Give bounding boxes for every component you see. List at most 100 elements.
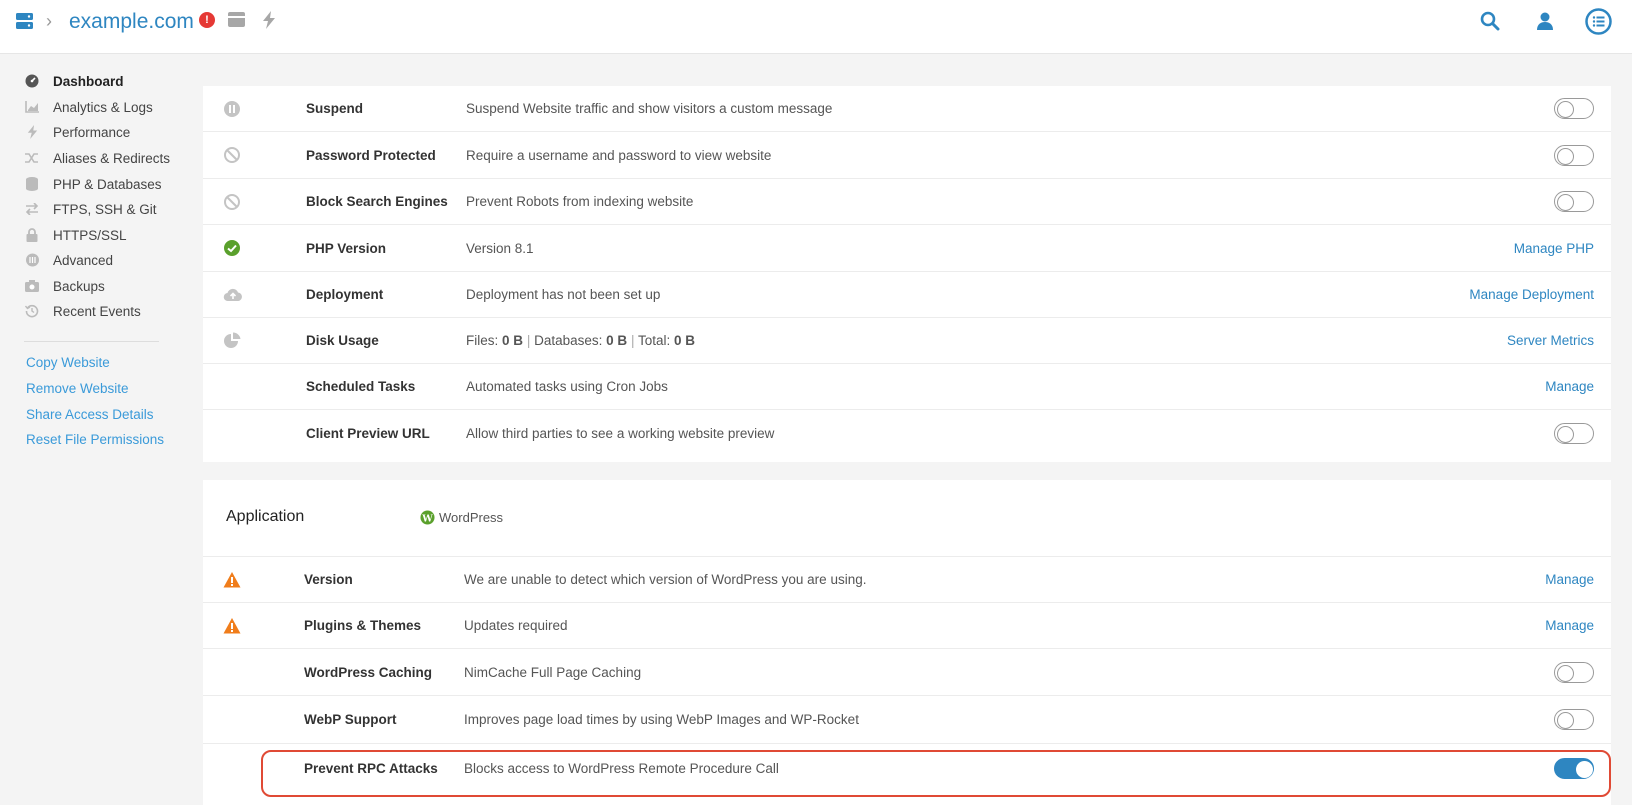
sidebar-item-advanced[interactable]: Advanced bbox=[24, 249, 113, 271]
chevron-right-icon: › bbox=[46, 11, 52, 31]
platform-label: W WordPress bbox=[420, 510, 503, 525]
search-icon[interactable] bbox=[1480, 11, 1500, 31]
setting-row-password-protected: Password Protected Require a username an… bbox=[203, 132, 1611, 179]
wordpress-icon: W bbox=[420, 510, 435, 525]
sidebar-item-label: FTPS, SSH & Git bbox=[53, 201, 157, 217]
share-access-details-link[interactable]: Share Access Details bbox=[26, 407, 154, 422]
setting-description: Require a username and password to view … bbox=[466, 147, 772, 163]
warning-icon bbox=[223, 571, 241, 587]
wordpress-caching-toggle[interactable] bbox=[1554, 661, 1594, 683]
setting-title: Block Search Engines bbox=[306, 194, 448, 209]
check-circle-icon bbox=[224, 240, 240, 256]
setting-row-disk-usage: Disk Usage Files: 0 B | Databases: 0 B |… bbox=[203, 318, 1611, 364]
cloud-upload-icon bbox=[223, 288, 242, 301]
server-icon[interactable] bbox=[16, 13, 33, 29]
manage-deployment-link[interactable]: Manage Deployment bbox=[1469, 287, 1594, 302]
setting-row-block-search-engines: Block Search Engines Prevent Robots from… bbox=[203, 179, 1611, 225]
sidebar-item-label: Dashboard bbox=[53, 73, 124, 89]
sidebar-item-backups[interactable]: Backups bbox=[24, 275, 105, 297]
history-icon bbox=[24, 303, 40, 319]
top-bar: › example.com ! bbox=[0, 0, 1632, 54]
sidebar-item-label: Analytics & Logs bbox=[53, 99, 153, 115]
sidebar-item-aliases[interactable]: Aliases & Redirects bbox=[24, 147, 170, 169]
disk-usage-summary: Files: 0 B | Databases: 0 B | Total: 0 B bbox=[466, 333, 695, 348]
manage-scheduled-tasks-link[interactable]: Manage bbox=[1545, 379, 1594, 394]
setting-description: Prevent Robots from indexing website bbox=[466, 194, 694, 209]
highlight-box bbox=[261, 750, 1611, 797]
sidebar-item-https-ssl[interactable]: HTTPS/SSL bbox=[24, 224, 127, 246]
setting-title: Disk Usage bbox=[306, 333, 379, 348]
domain-title[interactable]: example.com bbox=[69, 8, 194, 36]
platform-name: WordPress bbox=[439, 510, 504, 525]
setting-description: Deployment has not been set up bbox=[466, 287, 661, 302]
sidebar-item-ftps-ssh-git[interactable]: FTPS, SSH & Git bbox=[24, 198, 157, 220]
server-metrics-link[interactable]: Server Metrics bbox=[1507, 333, 1594, 348]
settings-card: Suspend Suspend Website traffic and show… bbox=[203, 86, 1611, 462]
webp-support-toggle[interactable] bbox=[1554, 709, 1594, 730]
pie-chart-icon bbox=[224, 331, 241, 348]
sidebar-item-label: HTTPS/SSL bbox=[53, 227, 127, 243]
setting-description: Automated tasks using Cron Jobs bbox=[466, 379, 668, 394]
app-setting-title: Plugins & Themes bbox=[304, 618, 422, 633]
databases-value: 0 B bbox=[606, 333, 628, 348]
blocked-icon bbox=[224, 147, 240, 163]
blocked-icon bbox=[224, 193, 240, 210]
setting-row-client-preview-url: Client Preview URL Allow third parties t… bbox=[203, 410, 1611, 456]
manage-version-link[interactable]: Manage bbox=[1545, 572, 1594, 587]
sidebar-item-performance[interactable]: Performance bbox=[24, 121, 130, 143]
setting-description: Version 8.1 bbox=[466, 240, 534, 256]
client-preview-url-toggle[interactable] bbox=[1554, 422, 1594, 444]
separator: | bbox=[526, 333, 531, 348]
setting-description: Allow third parties to see a working web… bbox=[466, 425, 775, 441]
databases-label: Databases: bbox=[534, 333, 603, 348]
sidebar-item-php-databases[interactable]: PHP & Databases bbox=[24, 173, 162, 195]
setting-title: Password Protected bbox=[306, 147, 436, 163]
card-icon[interactable] bbox=[228, 12, 245, 27]
setting-title: Scheduled Tasks bbox=[306, 379, 416, 394]
setting-row-suspend: Suspend Suspend Website traffic and show… bbox=[203, 86, 1611, 132]
suspend-toggle[interactable] bbox=[1554, 98, 1594, 119]
sidebar-item-dashboard[interactable]: Dashboard bbox=[24, 70, 124, 92]
total-value: 0 B bbox=[674, 333, 696, 348]
sidebar: Dashboard Analytics & Logs Performance A… bbox=[0, 54, 195, 805]
setting-title: Deployment bbox=[306, 287, 384, 302]
application-heading: Application bbox=[226, 508, 305, 525]
app-setting-description: Improves page load times by using WebP I… bbox=[464, 712, 859, 727]
sidebar-divider bbox=[24, 341, 159, 342]
copy-website-link[interactable]: Copy Website bbox=[26, 355, 110, 370]
dashboard-icon bbox=[24, 73, 40, 89]
total-label: Total: bbox=[637, 333, 671, 348]
camera-icon bbox=[24, 278, 40, 294]
bolt-icon[interactable] bbox=[262, 11, 276, 29]
setting-description: Suspend Website traffic and show visitor… bbox=[466, 101, 833, 116]
app-row-plugins-themes: Plugins & Themes Updates required Manage bbox=[203, 603, 1611, 649]
app-setting-description: Updates required bbox=[464, 618, 568, 633]
pause-icon bbox=[224, 100, 240, 117]
password-protected-toggle[interactable] bbox=[1554, 144, 1594, 166]
remove-website-link[interactable]: Remove Website bbox=[26, 381, 129, 396]
reset-file-permissions-link[interactable]: Reset File Permissions bbox=[26, 432, 164, 447]
separator: | bbox=[630, 333, 635, 348]
app-setting-description: NimCache Full Page Caching bbox=[464, 664, 642, 680]
setting-title: PHP Version bbox=[306, 240, 387, 256]
menu-list-icon[interactable] bbox=[1585, 8, 1612, 35]
bolt-icon bbox=[24, 124, 40, 140]
app-setting-title: WebP Support bbox=[304, 712, 397, 727]
setting-title: Suspend bbox=[306, 101, 364, 116]
block-search-engines-toggle[interactable] bbox=[1554, 191, 1594, 212]
sidebar-item-label: Performance bbox=[53, 124, 131, 140]
user-icon[interactable] bbox=[1535, 11, 1555, 31]
svg-text:W: W bbox=[421, 513, 433, 524]
manage-php-link[interactable]: Manage PHP bbox=[1514, 241, 1594, 256]
app-row-version: Version We are unable to detect which ve… bbox=[203, 557, 1611, 603]
sidebar-item-label: Advanced bbox=[53, 252, 114, 268]
files-value: 0 B bbox=[502, 333, 524, 348]
sidebar-item-recent-events[interactable]: Recent Events bbox=[24, 300, 141, 322]
flask-icon bbox=[24, 252, 40, 268]
app-setting-title: Version bbox=[304, 572, 353, 587]
alert-icon[interactable]: ! bbox=[199, 12, 215, 28]
app-setting-description: We are unable to detect which version of… bbox=[464, 572, 867, 587]
manage-plugins-link[interactable]: Manage bbox=[1545, 618, 1594, 633]
sidebar-item-label: Recent Events bbox=[53, 303, 141, 319]
sidebar-item-analytics[interactable]: Analytics & Logs bbox=[24, 96, 153, 118]
